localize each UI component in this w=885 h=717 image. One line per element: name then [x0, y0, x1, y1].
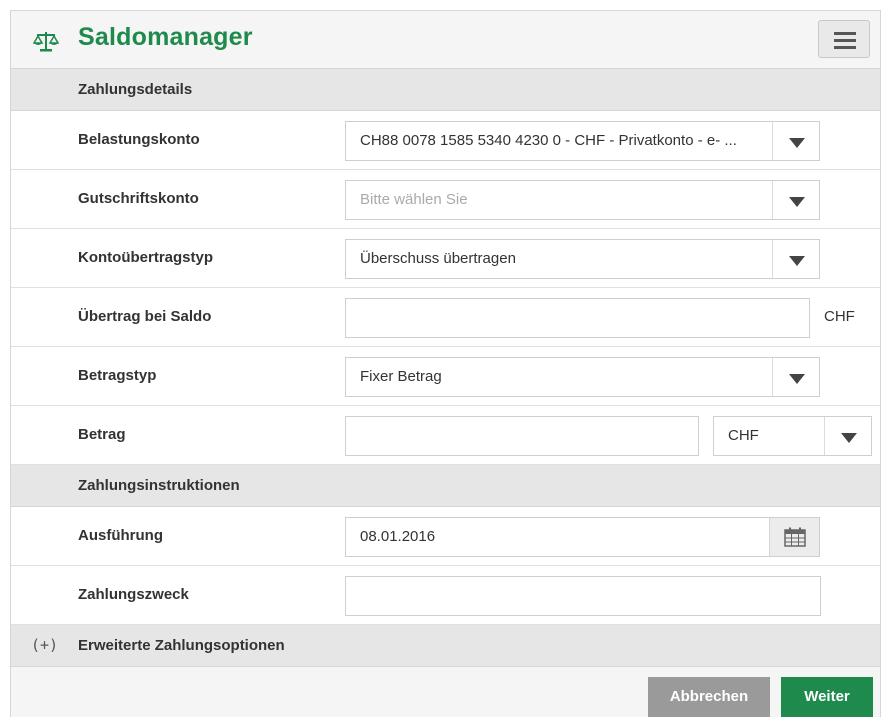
betragstyp-select[interactable]: Fixer Betrag: [345, 357, 820, 397]
section-title: Zahlungsdetails: [78, 81, 193, 98]
select-value: Fixer Betrag: [360, 368, 442, 385]
section-zahlungsinstruktionen: Zahlungsinstruktionen: [11, 465, 880, 507]
gutschriftskonto-label: Gutschriftskonto: [78, 190, 199, 207]
dropdown-toggle[interactable]: [772, 358, 819, 396]
row-belastungskonto: Belastungskonto CH88 0078 1585 5340 4230…: [11, 111, 880, 170]
belastungskonto-select[interactable]: CH88 0078 1585 5340 4230 0 - CHF - Priva…: [345, 121, 820, 161]
row-ausfuehrung: Ausführung 08.01.2016: [11, 507, 880, 566]
calendar-icon: [784, 527, 806, 547]
select-value: CHF: [728, 427, 759, 444]
betrag-label: Betrag: [78, 426, 126, 443]
section-title: Erweiterte Zahlungsoptionen: [78, 637, 285, 654]
chevron-down-icon: [841, 433, 857, 443]
row-zahlungszweck: Zahlungszweck: [11, 566, 880, 625]
row-betrag: Betrag CHF: [11, 406, 880, 465]
scales-icon: [33, 32, 59, 52]
calendar-button[interactable]: [769, 518, 819, 556]
betrag-input[interactable]: [345, 416, 699, 456]
currency-unit-label: CHF: [824, 308, 855, 325]
row-gutschriftskonto: Gutschriftskonto Bitte wählen Sie: [11, 170, 880, 229]
dropdown-toggle[interactable]: [772, 181, 819, 219]
panel-header: Saldomanager: [11, 11, 880, 69]
zahlungszweck-input[interactable]: [345, 576, 821, 616]
next-button[interactable]: Weiter: [781, 677, 873, 717]
select-placeholder: Bitte wählen Sie: [360, 191, 468, 208]
zahlungszweck-label: Zahlungszweck: [78, 586, 189, 603]
currency-select[interactable]: CHF: [713, 416, 872, 456]
dropdown-toggle[interactable]: [824, 417, 871, 455]
uebertrag-bei-saldo-input[interactable]: [345, 298, 810, 338]
dropdown-toggle[interactable]: [772, 240, 819, 278]
chevron-down-icon: [789, 197, 805, 207]
section-zahlungsdetails: Zahlungsdetails: [11, 69, 880, 111]
kontouebertragstyp-select[interactable]: Überschuss übertragen: [345, 239, 820, 279]
kontouebertragstyp-label: Kontoübertragstyp: [78, 249, 213, 266]
panel-footer: Abbrechen Weiter: [11, 667, 880, 717]
select-value: CH88 0078 1585 5340 4230 0 - CHF - Priva…: [360, 132, 737, 149]
row-kontouebertragstyp: Kontoübertragstyp Überschuss übertragen: [11, 229, 880, 288]
ausfuehrung-label: Ausführung: [78, 527, 163, 544]
expand-erweiterte-zahlungsoptionen[interactable]: (+) Erweiterte Zahlungsoptionen: [11, 625, 880, 667]
uebertrag-bei-saldo-label: Übertrag bei Saldo: [78, 308, 212, 325]
saldomanager-panel: Saldomanager Zahlungsdetails Belastungsk…: [10, 10, 881, 717]
input-value: 08.01.2016: [360, 528, 436, 545]
betragstyp-label: Betragstyp: [78, 367, 157, 384]
ausfuehrung-date-input[interactable]: 08.01.2016: [345, 517, 820, 557]
chevron-down-icon: [789, 374, 805, 384]
chevron-down-icon: [789, 138, 805, 148]
select-value: Überschuss übertragen: [360, 250, 516, 267]
belastungskonto-label: Belastungskonto: [78, 131, 200, 148]
dropdown-toggle[interactable]: [772, 122, 819, 160]
section-title: Zahlungsinstruktionen: [78, 477, 240, 494]
expand-plus-icon: (+): [31, 636, 59, 654]
cancel-button[interactable]: Abbrechen: [648, 677, 770, 717]
chevron-down-icon: [789, 256, 805, 266]
row-uebertrag-bei-saldo: Übertrag bei Saldo CHF: [11, 288, 880, 347]
row-betragstyp: Betragstyp Fixer Betrag: [11, 347, 880, 406]
gutschriftskonto-select[interactable]: Bitte wählen Sie: [345, 180, 820, 220]
hamburger-menu-button[interactable]: [818, 20, 870, 58]
hamburger-menu-icon: [834, 32, 856, 35]
app-title: Saldomanager: [78, 23, 253, 51]
